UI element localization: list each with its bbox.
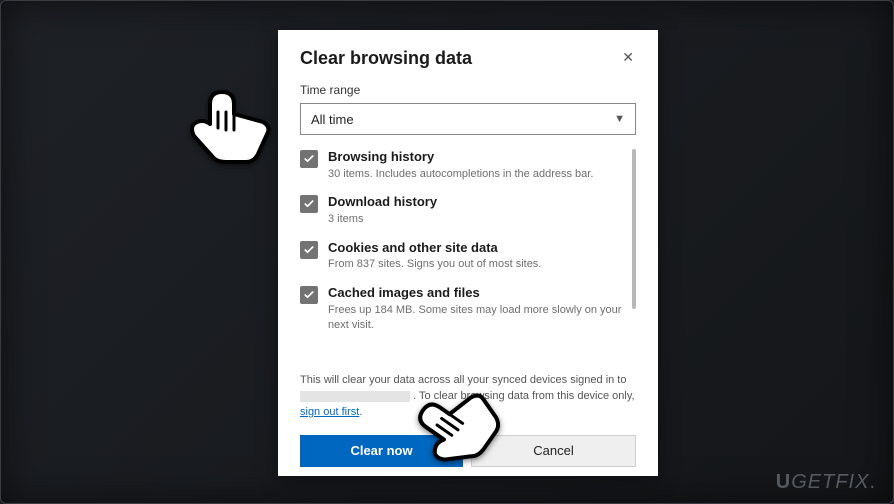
- option-cached-files[interactable]: Cached images and files Frees up 184 MB.…: [300, 285, 626, 334]
- time-range-select[interactable]: All time ▼: [300, 103, 636, 135]
- cursor-hand-icon: [168, 78, 288, 168]
- watermark: UUGETFIXGETFIX.: [776, 471, 876, 494]
- checkbox-checked-icon[interactable]: [300, 150, 318, 168]
- sign-out-link[interactable]: sign out first: [300, 406, 359, 418]
- option-title: Download history: [328, 194, 626, 211]
- scrollbar-thumb[interactable]: [632, 149, 636, 309]
- option-cookies[interactable]: Cookies and other site data From 837 sit…: [300, 240, 626, 273]
- dialog-title: Clear browsing data: [300, 48, 472, 69]
- option-subtitle: Frees up 184 MB. Some sites may load mor…: [328, 303, 626, 334]
- redacted-account: [300, 391, 410, 402]
- option-browsing-history[interactable]: Browsing history 30 items. Includes auto…: [300, 149, 626, 182]
- scrollbar[interactable]: [632, 149, 636, 351]
- option-title: Cookies and other site data: [328, 240, 626, 257]
- options-list: Browsing history 30 items. Includes auto…: [300, 149, 626, 334]
- close-button[interactable]: ✕: [620, 48, 636, 66]
- cursor-hand-icon: [400, 374, 510, 484]
- time-range-value: All time: [311, 112, 354, 127]
- checkbox-checked-icon[interactable]: [300, 286, 318, 304]
- option-title: Cached images and files: [328, 285, 626, 302]
- option-title: Browsing history: [328, 149, 626, 166]
- option-download-history[interactable]: Download history 3 items: [300, 194, 626, 227]
- option-subtitle: From 837 sites. Signs you out of most si…: [328, 257, 626, 272]
- chevron-down-icon: ▼: [614, 113, 625, 125]
- time-range-label: Time range: [300, 83, 636, 97]
- option-subtitle: 30 items. Includes autocompletions in th…: [328, 167, 626, 182]
- checkbox-checked-icon[interactable]: [300, 241, 318, 259]
- option-subtitle: 3 items: [328, 212, 626, 227]
- checkbox-checked-icon[interactable]: [300, 195, 318, 213]
- sync-text-part: .: [359, 406, 362, 418]
